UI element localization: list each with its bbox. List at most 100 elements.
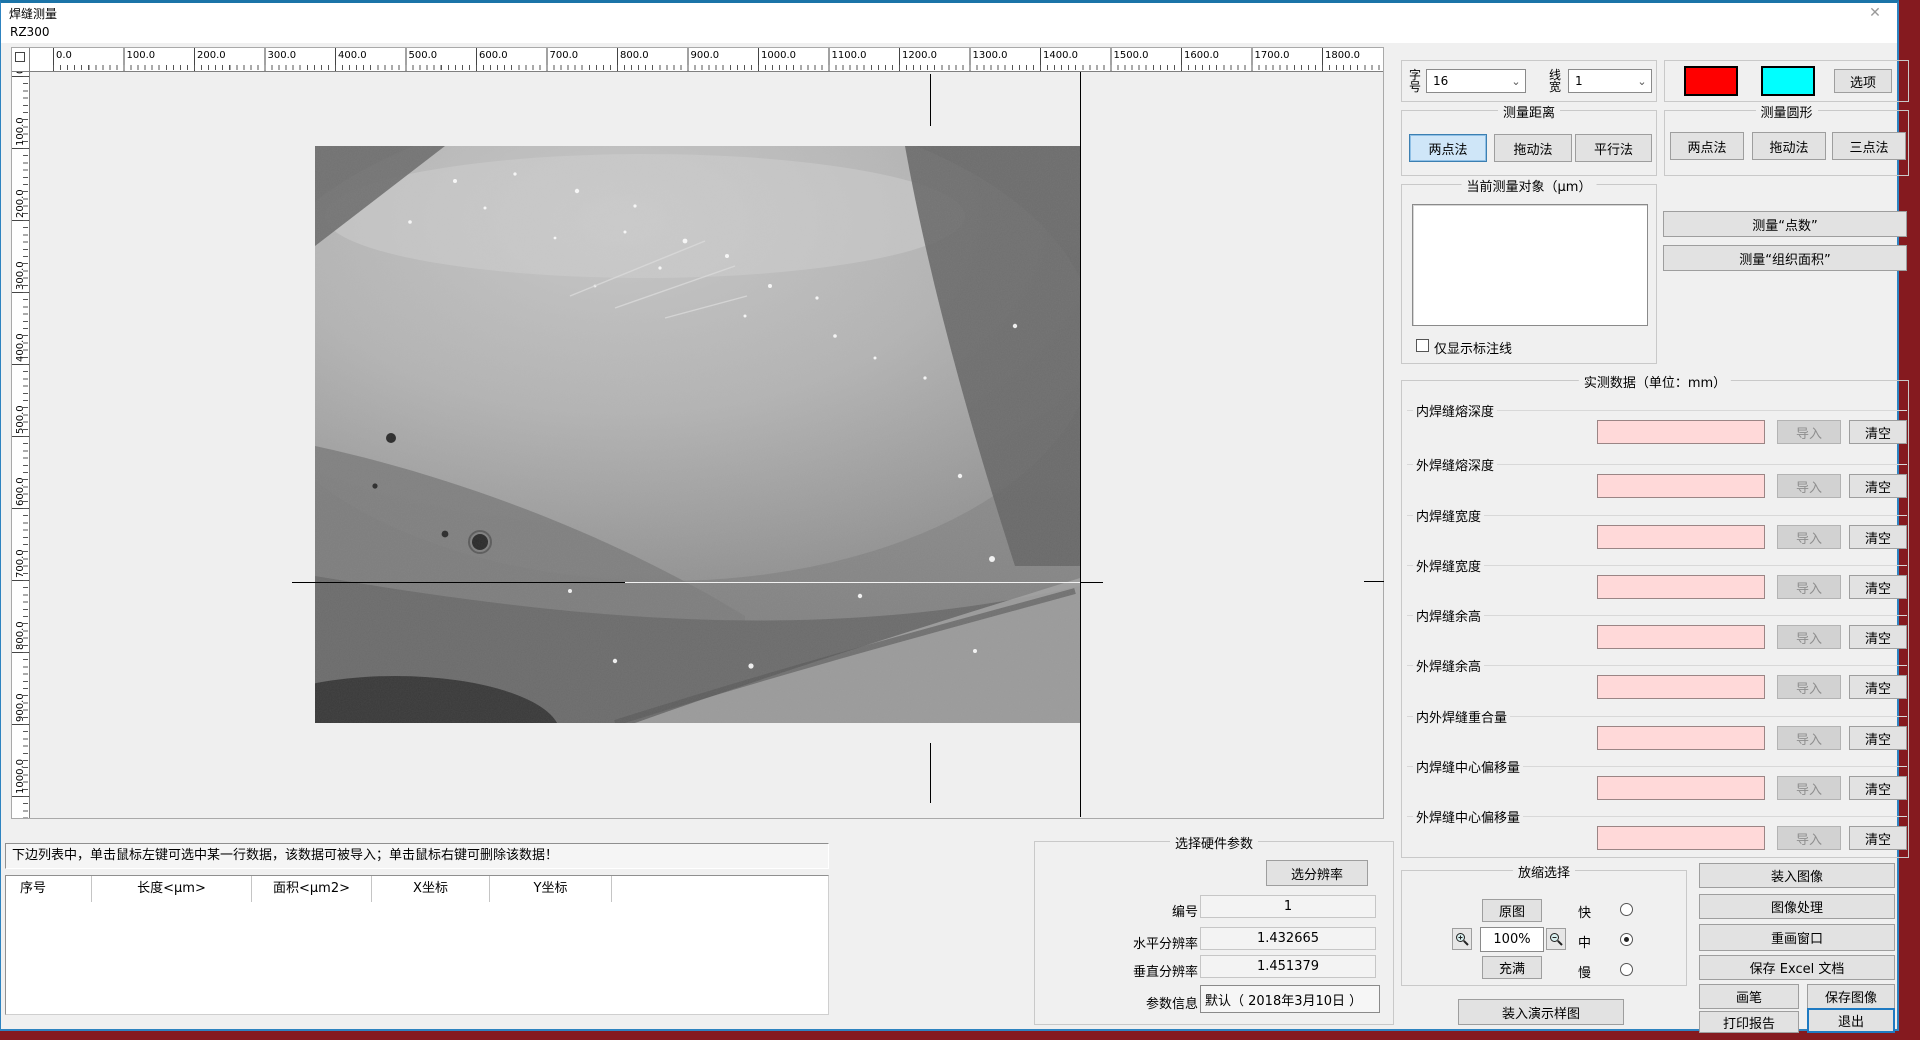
clear-button[interactable]: 清空 <box>1849 575 1907 599</box>
row-value-field[interactable] <box>1597 420 1765 444</box>
save-excel-button[interactable]: 保存 Excel 文档 <box>1699 955 1895 980</box>
font-size-value: 16 <box>1427 74 1507 88</box>
vertical-resolution-field[interactable]: 1.451379 <box>1200 955 1376 978</box>
redraw-window-button[interactable]: 重画窗口 <box>1699 924 1895 951</box>
row-value-field[interactable] <box>1597 726 1765 750</box>
import-button[interactable]: 导入 <box>1777 726 1841 750</box>
speed-medium-radio[interactable] <box>1620 933 1633 946</box>
speed-fast-radio[interactable] <box>1620 903 1633 916</box>
ruler-tick-label: 700.0 <box>550 50 579 61</box>
ruler-tick-label: 200.0 <box>197 50 226 61</box>
clear-button[interactable]: 清空 <box>1849 776 1907 800</box>
circle-two-point-button[interactable]: 两点法 <box>1670 132 1744 160</box>
font-size-select[interactable]: 16 ⌄ <box>1426 69 1526 93</box>
canvas-body[interactable] <box>30 72 1383 818</box>
column-header-x: X坐标 <box>372 876 490 902</box>
field-label: 水平分辨率 <box>1108 933 1198 952</box>
zoom-out-icon[interactable] <box>1546 928 1566 950</box>
current-object-list[interactable] <box>1412 204 1648 326</box>
distance-two-point-button[interactable]: 两点法 <box>1409 134 1487 162</box>
measure-area-button[interactable]: 测量“组织面积” <box>1663 245 1907 271</box>
zoom-value-field[interactable]: 100% <box>1480 927 1544 952</box>
distance-parallel-button[interactable]: 平行法 <box>1575 134 1652 162</box>
clear-button[interactable]: 清空 <box>1849 675 1907 699</box>
row-value-field[interactable] <box>1597 625 1765 649</box>
image-canvas: 0.0100.0200.0300.0400.0500.0600.0700.080… <box>11 47 1384 819</box>
serial-number-field[interactable]: 1 <box>1200 895 1376 918</box>
close-icon[interactable]: ✕ <box>1865 4 1885 22</box>
load-image-button[interactable]: 装入图像 <box>1699 863 1895 888</box>
row-value-field[interactable] <box>1597 776 1765 800</box>
load-demo-button[interactable]: 装入演示样图 <box>1458 999 1624 1025</box>
window-title: 焊缝测量 <box>9 5 57 22</box>
original-size-button[interactable]: 原图 <box>1482 899 1542 922</box>
fit-button[interactable]: 充满 <box>1482 956 1542 979</box>
import-button[interactable]: 导入 <box>1777 675 1841 699</box>
clear-button[interactable]: 清空 <box>1849 525 1907 549</box>
data-table[interactable]: 序号 长度<μm> 面积<μm2> X坐标 Y坐标 <box>5 875 829 1015</box>
line-width-value: 1 <box>1569 74 1633 88</box>
clear-button[interactable]: 清空 <box>1849 420 1907 444</box>
print-report-button[interactable]: 打印报告 <box>1699 1011 1799 1033</box>
row-label: 内外焊缝重合量 <box>1413 707 1510 726</box>
measured-data-title: 实测数据（单位：mm） <box>1579 372 1731 391</box>
field-label: 编号 <box>1152 901 1198 920</box>
pen-settings-group: 字号 16 ⌄ 线宽 1 ⌄ <box>1401 60 1657 102</box>
line-width-label: 线宽 <box>1548 69 1562 93</box>
import-button[interactable]: 导入 <box>1777 420 1841 444</box>
secondary-color-swatch[interactable] <box>1761 66 1815 96</box>
circle-drag-button[interactable]: 拖动法 <box>1752 132 1826 160</box>
column-header-y: Y坐标 <box>490 876 612 902</box>
speed-slow-radio[interactable] <box>1620 963 1633 976</box>
ruler-tick-label: 100.0 <box>15 117 26 146</box>
desktop: 焊缝测量 ✕ RZ300 0.0100.0200.0300.0400.0500.… <box>0 0 1920 1040</box>
primary-color-swatch[interactable] <box>1684 66 1738 96</box>
chevron-down-icon: ⌄ <box>1507 75 1525 88</box>
import-button[interactable]: 导入 <box>1777 776 1841 800</box>
import-button[interactable]: 导入 <box>1777 474 1841 498</box>
chevron-down-icon: ⌄ <box>1633 75 1651 88</box>
image-process-button[interactable]: 图像处理 <box>1699 894 1895 919</box>
clear-button[interactable]: 清空 <box>1849 625 1907 649</box>
speed-slow-label: 慢 <box>1578 962 1591 981</box>
line-width-select[interactable]: 1 ⌄ <box>1568 69 1652 93</box>
ruler-tick-label: 800.0 <box>15 621 26 650</box>
title-bar: 焊缝测量 ✕ <box>1 3 1897 23</box>
ruler-tick-label: 1000.0 <box>15 759 26 794</box>
import-button[interactable]: 导入 <box>1777 525 1841 549</box>
measured-row: 内焊缝宽度 导入 清空 <box>1407 506 1909 552</box>
import-button[interactable]: 导入 <box>1777 575 1841 599</box>
only-annotation-checkbox[interactable] <box>1416 339 1429 352</box>
column-header-index: 序号 <box>6 876 92 902</box>
import-button[interactable]: 导入 <box>1777 625 1841 649</box>
measure-points-button[interactable]: 测量“点数” <box>1663 211 1907 237</box>
circle-three-point-button[interactable]: 三点法 <box>1832 132 1906 160</box>
annotation-hline-right <box>1081 582 1103 583</box>
ruler-tick-label: 600.0 <box>15 477 26 506</box>
pen-button[interactable]: 画笔 <box>1699 984 1799 1009</box>
row-value-field[interactable] <box>1597 675 1765 699</box>
clear-button[interactable]: 清空 <box>1849 474 1907 498</box>
clear-button[interactable]: 清空 <box>1849 826 1907 850</box>
options-button[interactable]: 选项 <box>1834 69 1892 93</box>
distance-drag-button[interactable]: 拖动法 <box>1494 134 1572 162</box>
current-object-title: 当前测量对象（μm） <box>1462 176 1597 195</box>
row-value-field[interactable] <box>1597 474 1765 498</box>
ruler-tick-label: 300.0 <box>268 50 297 61</box>
zoom-in-icon[interactable] <box>1452 928 1472 950</box>
ruler-tick-label: 900.0 <box>15 693 26 722</box>
import-button[interactable]: 导入 <box>1777 826 1841 850</box>
clear-button[interactable]: 清空 <box>1849 726 1907 750</box>
measure-distance-title: 测量距离 <box>1498 102 1560 121</box>
horizontal-resolution-field[interactable]: 1.432665 <box>1200 927 1376 950</box>
measured-row: 内外焊缝重合量 导入 清空 <box>1407 707 1909 753</box>
choose-resolution-button[interactable]: 选分辨率 <box>1266 860 1368 886</box>
hardware-params-title: 选择硬件参数 <box>1170 833 1258 852</box>
row-value-field[interactable] <box>1597 575 1765 599</box>
row-value-field[interactable] <box>1597 826 1765 850</box>
parameter-info-field[interactable]: 默认（ 2018年3月10日 ） <box>1200 985 1380 1013</box>
row-value-field[interactable] <box>1597 525 1765 549</box>
save-image-button[interactable]: 保存图像 <box>1807 984 1895 1009</box>
exit-button[interactable]: 退出 <box>1807 1008 1895 1033</box>
menu-item-rz300[interactable]: RZ300 <box>10 25 49 39</box>
